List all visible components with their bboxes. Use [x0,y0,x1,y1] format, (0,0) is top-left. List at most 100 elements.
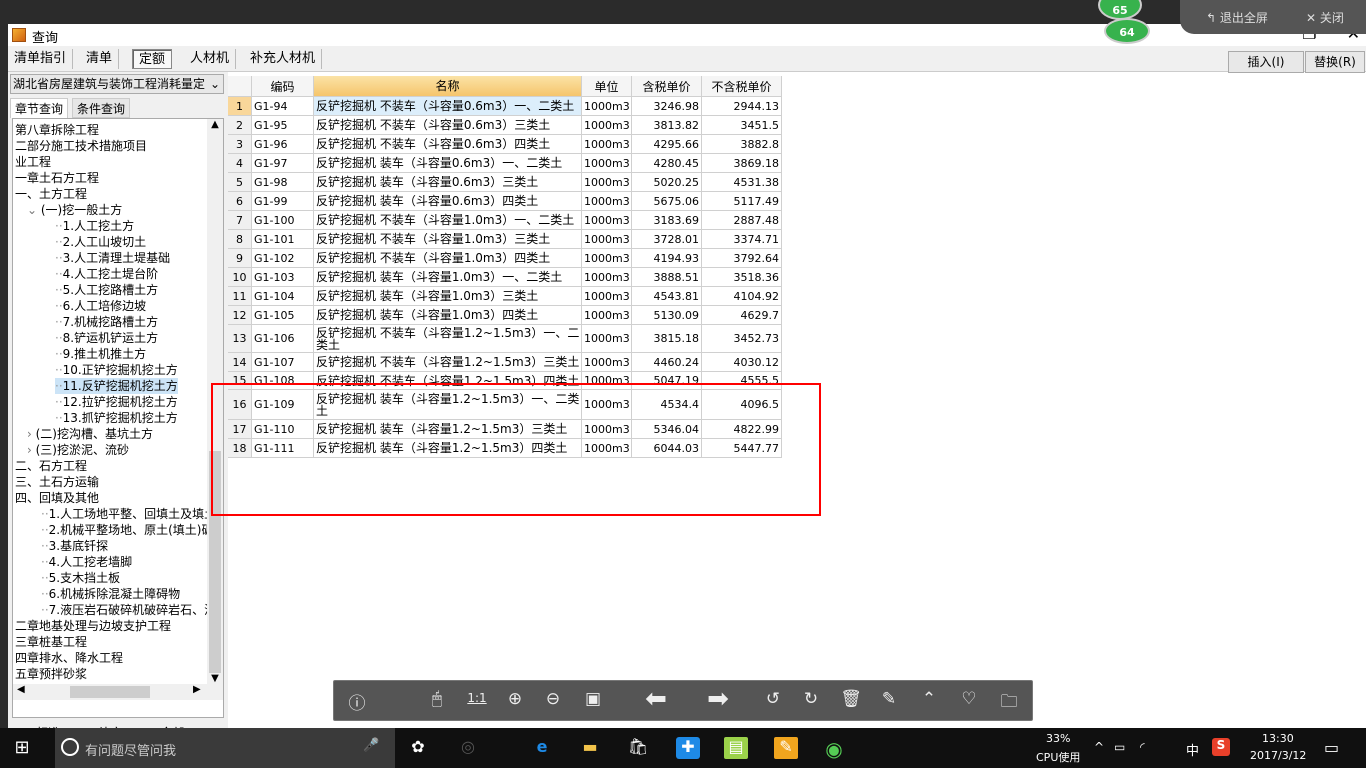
clock-date[interactable]: 2017/3/12 [1250,749,1306,762]
table-row[interactable]: 10 G1-103 反铲挖掘机 装车（斗容量1.0m3）一、二类土 1000m3 388… [228,268,782,287]
edit-icon[interactable]: ✎ [876,689,902,709]
tab-3[interactable]: 人材机 [184,49,237,69]
tab-0[interactable]: 清单指引 [8,49,74,69]
tab-chapter-query[interactable]: 章节查询 [10,98,69,118]
info-icon[interactable]: ⓘ [344,689,370,714]
scroll-right-icon[interactable]: ▶ [193,684,201,695]
table-row[interactable]: 1 G1-94 反铲挖掘机 不装车（斗容量0.6m3）一、二类土 1000m3 3246… [228,97,782,116]
replace-button[interactable]: 替换(R) [1305,51,1365,73]
tree-item[interactable]: 四章排水、降水工程 [15,650,123,666]
tree-item[interactable]: 二部分施工技术措施项目 [15,138,147,154]
tree-item[interactable]: ··5.人工挖路槽土方 [55,282,158,298]
tree-item[interactable]: › (三)挖淤泥、流砂 [27,442,129,458]
scroll-down-icon[interactable]: ▼ [207,673,223,684]
tree-item[interactable]: 二、石方工程 [15,458,87,474]
tree-item[interactable]: 业工程 [15,154,51,170]
exit-fullscreen-button[interactable]: ↰ 退出全屏 [1206,9,1268,26]
table-row[interactable]: 9 G1-102 反铲挖掘机 不装车（斗容量1.0m3）四类土 1000m3 4194.… [228,249,782,268]
actual-size-icon[interactable]: 1:1 [464,691,490,705]
tree-item[interactable]: ··9.推土机推土方 [55,346,146,362]
favorite-icon[interactable]: ♡ [956,689,982,709]
table-row[interactable]: 3 G1-96 反铲挖掘机 不装车（斗容量0.6m3）四类土 1000m3 4295.6… [228,135,782,154]
tree-item[interactable]: ··8.铲运机铲运土方 [55,330,158,346]
chevron-down-icon[interactable]: ⌄ [27,203,41,217]
tree-item[interactable]: 一、土方工程 [15,186,87,202]
tab-condition-query[interactable]: 条件查询 [72,98,131,118]
table-row[interactable]: 13 G1-106 反铲挖掘机 不装车（斗容量1.2~1.5m3）一、二类土 1000… [228,325,782,353]
app-icon-notes[interactable]: ▤ [724,737,748,759]
horizontal-scroll-thumb[interactable] [70,686,150,698]
tree-item[interactable]: ··13.抓铲挖掘机挖土方 [55,410,178,426]
slideshow-icon[interactable]: ▣ [580,689,606,709]
sogou-icon[interactable]: S [1212,738,1230,756]
tree-item[interactable]: ··11.反铲挖掘机挖土方 [55,378,178,394]
tree-item[interactable]: ··4.人工挖土堤台阶 [55,266,158,282]
tree-item[interactable]: ··10.正铲挖掘机挖土方 [55,362,178,378]
delete-icon[interactable]: 🗑 [838,689,864,709]
tree-item[interactable]: 三章桩基工程 [15,634,87,650]
folder-search-icon[interactable]: 🗀 [996,689,1022,718]
up-icon[interactable]: ⌃ [916,689,942,709]
tray-up-icon[interactable]: ^ [1094,740,1104,754]
app-icon-spiral[interactable]: ◎ [456,737,480,759]
tree-item[interactable]: ··3.人工清理土堤基础 [55,250,170,266]
tree-item[interactable]: ··6.机械拆除混凝土障碍物 [41,586,180,602]
chevron-right-icon[interactable]: › [27,427,36,441]
next-arrow-icon[interactable]: ➡ [700,684,736,714]
tree-item[interactable]: ··2.人工山坡切土 [55,234,146,250]
microphone-icon[interactable]: 🎤 [363,738,379,753]
app-icon-green[interactable]: ◉ [822,737,846,761]
tree-item[interactable]: ··12.拉铲挖掘机挖土方 [55,394,178,410]
tree-item[interactable]: ··7.机械挖路槽土方 [55,314,158,330]
mouse-icon[interactable]: 🖱 [424,689,450,709]
table-row[interactable]: 7 G1-100 反铲挖掘机 不装车（斗容量1.0m3）一、二类土 1000m3 318… [228,211,782,230]
tree-item[interactable]: ⌄ (一)挖一般土方 [27,202,122,218]
app-icon-quota[interactable]: ✎ [774,737,798,759]
tree-item[interactable]: ··1.人工挖土方 [55,218,134,234]
table-row[interactable]: 8 G1-101 反铲挖掘机 不装车（斗容量1.0m3）三类土 1000m3 3728.… [228,230,782,249]
tree-item[interactable]: 第八章拆除工程 [15,122,99,138]
tab-4[interactable]: 补充人材机 [244,49,323,69]
tab-2[interactable]: 定额 [132,49,173,69]
tree-item[interactable]: 五章预拌砂浆 [15,666,87,682]
insert-button[interactable]: 插入(I) [1228,51,1304,73]
tab-1[interactable]: 清单 [80,49,120,69]
clock-time[interactable]: 13:30 [1262,732,1294,745]
notification-icon[interactable]: ▭ [1324,738,1339,757]
tree-item[interactable]: › (二)挖沟槽、基坑土方 [27,426,153,442]
table-row[interactable]: 11 G1-104 反铲挖掘机 装车（斗容量1.0m3）三类土 1000m3 4543.… [228,287,782,306]
tree-item[interactable]: ··6.人工培修边坡 [55,298,146,314]
scroll-up-icon[interactable]: ▲ [207,119,223,130]
tree-item[interactable]: ··4.人工挖老墙脚 [41,554,132,570]
tree-item[interactable]: ··5.支木挡土板 [41,570,120,586]
zoom-in-icon[interactable]: ⊕ [502,689,528,709]
table-row[interactable]: 5 G1-98 反铲挖掘机 装车（斗容量0.6m3）三类土 1000m3 5020.25… [228,173,782,192]
tree-item[interactable]: 三、土石方运输 [15,474,99,490]
edge-icon[interactable]: e [530,737,554,759]
table-row[interactable]: 6 G1-99 反铲挖掘机 装车（斗容量0.6m3）四类土 1000m3 5675.06… [228,192,782,211]
tree-item[interactable]: ··2.机械平整场地、原土(填土)碾 [41,522,213,538]
table-row[interactable]: 14 G1-107 反铲挖掘机 不装车（斗容量1.2~1.5m3）三类土 1000m3… [228,353,782,372]
chevron-right-icon[interactable]: › [27,443,36,457]
tree-item[interactable]: 一章土石方工程 [15,170,99,186]
wifi-icon[interactable]: ◜ [1140,740,1145,754]
close-viewer-button[interactable]: ✕ 关闭 [1306,9,1344,26]
scroll-left-icon[interactable]: ◀ [17,684,25,695]
table-row[interactable]: 4 G1-97 反铲挖掘机 装车（斗容量0.6m3）一、二类土 1000m3 4280.… [228,154,782,173]
tree-item[interactable]: ··1.人工场地平整、回填土及填土 [41,506,216,522]
rotate-left-icon[interactable]: ↺ [760,689,786,709]
rotate-right-icon[interactable]: ↻ [798,689,824,709]
tree-item[interactable]: ··3.基底钎探 [41,538,108,554]
zoom-out-icon[interactable]: ⊖ [540,689,566,709]
prev-arrow-icon[interactable]: ⬅ [638,684,674,714]
app-icon-s[interactable]: ✿ [406,737,430,759]
table-row[interactable]: 12 G1-105 反铲挖掘机 装车（斗容量1.0m3）四类土 1000m3 5130.… [228,306,782,325]
battery-icon[interactable]: ▭ [1114,740,1125,754]
table-header[interactable]: 编码 名称 单位 含税单价 不含税单价 [228,76,782,97]
tree-item[interactable]: 二章地基处理与边坡支护工程 [15,618,171,634]
store-icon[interactable]: 🛍 [626,737,650,759]
file-explorer-icon[interactable]: ▬ [578,737,602,759]
tree-item[interactable]: ··7.液压岩石破碎机破碎岩石、混 [41,602,216,618]
quota-library-select[interactable]: 湖北省房屋建筑与装饰工程消耗量定 ⌄ [10,74,224,94]
windows-start-icon[interactable]: ⊞ [10,737,34,759]
